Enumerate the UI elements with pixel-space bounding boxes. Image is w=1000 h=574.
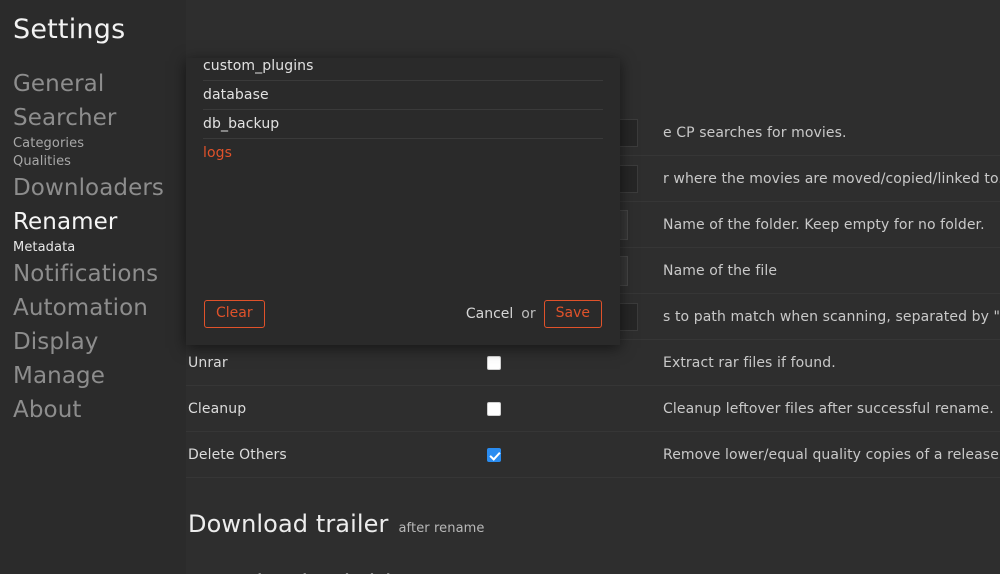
or-separator-label: or	[521, 306, 535, 322]
section-heading: Download trailer	[188, 510, 388, 538]
clear-button[interactable]: Clear	[204, 300, 265, 328]
folder-browser-dialog: custom_plugins database db_backup logs C…	[186, 58, 620, 345]
sidebar-item-searcher[interactable]: Searcher	[13, 101, 186, 135]
sidebar-item-downloaders[interactable]: Downloaders	[13, 171, 186, 205]
section-download-subtitles: Download subtitles after rename	[186, 570, 1000, 574]
settings-page: e CP searches for movies. r where the mo…	[0, 0, 1000, 574]
list-item[interactable]: database	[203, 81, 603, 110]
table-row: Cleanup Cleanup leftover files after suc…	[186, 386, 1000, 432]
list-item[interactable]: custom_plugins	[203, 58, 603, 81]
cleanup-checkbox[interactable]	[487, 402, 501, 416]
list-item[interactable]: logs	[203, 139, 603, 166]
sidebar-item-notifications[interactable]: Notifications	[13, 257, 186, 291]
row-description: Remove lower/equal quality copies of a r…	[663, 447, 1000, 463]
sidebar: Settings General Searcher Categories Qua…	[0, 0, 186, 574]
row-description-text: r where the movies are moved/copied/link…	[663, 171, 1000, 187]
sidebar-item-metadata[interactable]: Metadata	[13, 239, 186, 257]
table-row: Unrar Extract rar files if found.	[186, 340, 1000, 386]
dialog-footer: Clear Cancel or Save	[186, 283, 620, 345]
table-row: Delete Others Remove lower/equal quality…	[186, 432, 1000, 478]
row-description: e CP searches for movies.	[663, 125, 847, 141]
folder-list[interactable]: custom_plugins database db_backup logs	[186, 58, 620, 166]
sidebar-item-about[interactable]: About	[13, 393, 186, 427]
row-label-unrar: Unrar	[188, 355, 338, 371]
section-download-trailer: Download trailer after rename	[186, 510, 1000, 538]
delete-others-checkbox[interactable]	[487, 448, 501, 462]
row-description: Cleanup leftover files after successful …	[663, 401, 994, 417]
section-heading: Download subtitles	[188, 570, 419, 574]
row-label-cleanup: Cleanup	[188, 401, 338, 417]
row-description-text: Name of the folder. Keep empty for no fo…	[663, 217, 985, 233]
sidebar-item-qualities[interactable]: Qualities	[13, 153, 186, 171]
row-label-delete-others: Delete Others	[188, 447, 338, 463]
section-subheading: after rename	[398, 521, 484, 536]
row-description: Name of the folder. Keep empty for no fo…	[663, 217, 985, 233]
row-control	[338, 402, 663, 416]
row-description-text: Cleanup leftover files after successful …	[663, 401, 994, 417]
row-description: Name of the file	[663, 263, 777, 279]
sidebar-nav: General Searcher Categories Qualities Do…	[13, 67, 186, 427]
sidebar-item-categories[interactable]: Categories	[13, 135, 186, 153]
sidebar-item-manage[interactable]: Manage	[13, 359, 186, 393]
cancel-button[interactable]: Cancel	[466, 306, 513, 322]
row-control	[338, 448, 663, 462]
list-item[interactable]: db_backup	[203, 110, 603, 139]
row-description-text: Extract rar files if found.	[663, 355, 836, 371]
row-description-text: Remove lower/equal quality copies of a r…	[663, 447, 1000, 463]
unrar-checkbox[interactable]	[487, 356, 501, 370]
row-description-text: s to path match when scanning, separated…	[663, 309, 1000, 325]
sidebar-item-renamer[interactable]: Renamer	[13, 205, 186, 239]
row-control	[338, 356, 663, 370]
row-description: Extract rar files if found.	[663, 355, 836, 371]
sidebar-item-display[interactable]: Display	[13, 325, 186, 359]
page-title: Settings	[13, 14, 186, 45]
row-description-text: e CP searches for movies.	[663, 125, 847, 141]
dialog-actions: Cancel or Save	[466, 300, 602, 328]
row-description-text: Name of the file	[663, 263, 777, 279]
row-description: s to path match when scanning, separated…	[663, 309, 1000, 325]
save-button[interactable]: Save	[544, 300, 602, 328]
sidebar-item-automation[interactable]: Automation	[13, 291, 186, 325]
dialog-spacer	[186, 166, 620, 283]
row-description: r where the movies are moved/copied/link…	[663, 171, 1000, 187]
sidebar-item-general[interactable]: General	[13, 67, 186, 101]
